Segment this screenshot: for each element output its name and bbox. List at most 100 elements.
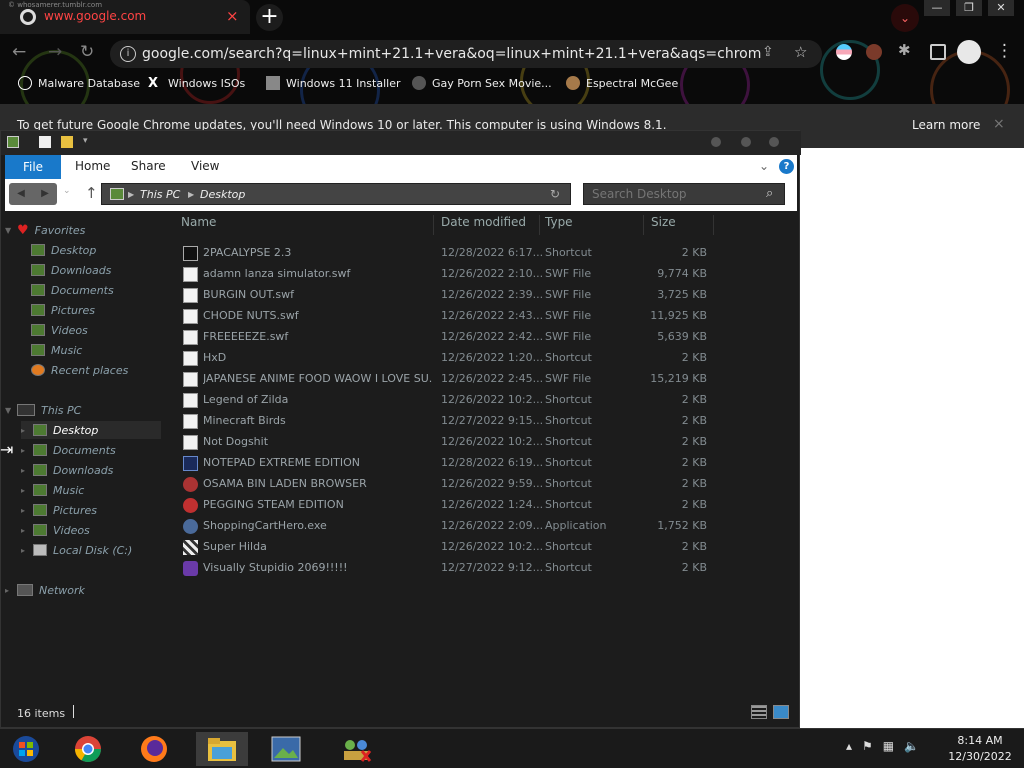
table-row[interactable]: adamn lanza simulator.swf 12/26/2022 2:10… [173, 264, 733, 285]
explorer-close-button[interactable] [769, 137, 779, 147]
taskbar-photos[interactable] [260, 732, 312, 766]
table-row[interactable]: NOTEPAD EXTREME EDITION 12/28/2022 6:19..… [173, 453, 733, 474]
nav-fav-downloads[interactable]: Downloads [31, 261, 111, 279]
explorer-address-bar[interactable]: ▶ This PC ▶ Desktop ↻ [101, 183, 571, 205]
action-center-flag-icon[interactable]: ⚑ [862, 739, 873, 753]
expand-icon[interactable]: ▸ [21, 526, 33, 535]
table-row[interactable]: Visually Stupidio 2069!!!!! 12/27/2022 9:… [173, 558, 733, 579]
bookmark-star-icon[interactable]: ☆ [794, 43, 807, 61]
nav-pc-local-disk[interactable]: ▸ Local Disk (C:) [21, 541, 132, 559]
reload-icon[interactable]: ↻ [80, 42, 94, 62]
column-header-date[interactable]: Date modified [441, 215, 526, 229]
table-row[interactable]: HxD 12/26/2022 1:20... Shortcut 2 KB [173, 348, 733, 369]
side-panel-icon[interactable] [930, 44, 946, 60]
start-button[interactable] [0, 732, 52, 766]
learn-more-link[interactable]: Learn more [912, 118, 980, 132]
expand-icon[interactable]: ▸ [21, 426, 33, 435]
browser-tab[interactable]: © whosamerer.tumblr.com www.google.com × [0, 0, 250, 34]
table-row[interactable]: JAPANESE ANIME FOOD WAOW I LOVE SU... 12/… [173, 369, 733, 390]
bookmark-malware-database[interactable]: Malware Database [18, 76, 140, 90]
table-row[interactable]: CHODE NUTS.swf 12/26/2022 2:43... SWF File… [173, 306, 733, 327]
tab-search-chevron-icon[interactable]: ⌄ [891, 4, 919, 32]
explorer-back-icon[interactable]: ◀ [9, 183, 33, 205]
large-icons-view-button[interactable] [773, 705, 789, 719]
column-header-name[interactable]: Name [181, 215, 216, 229]
tab-close-icon[interactable]: × [226, 7, 239, 25]
table-row[interactable]: Minecraft Birds 12/27/2022 9:15... Shortcu… [173, 411, 733, 432]
table-row[interactable]: PEGGING STEAM EDITION 12/26/2022 1:24... S… [173, 495, 733, 516]
tab-file[interactable]: File [5, 155, 61, 179]
explorer-minimize-button[interactable] [711, 137, 721, 147]
table-row[interactable]: Super Hilda 12/26/2022 10:2... Shortcut 2 K… [173, 537, 733, 558]
nav-pc-music[interactable]: ▸ Music [21, 481, 84, 499]
expand-ribbon-icon[interactable]: ⌄ [759, 159, 769, 173]
table-row[interactable]: BURGIN OUT.swf 12/26/2022 2:39... SWF File… [173, 285, 733, 306]
extensions-puzzle-icon[interactable]: ✱ [898, 41, 914, 59]
table-row[interactable]: OSAMA BIN LADEN BROWSER 12/26/2022 9:59..… [173, 474, 733, 495]
nav-favorites[interactable]: ▼ ♥ Favorites [5, 221, 85, 239]
details-view-button[interactable] [751, 705, 767, 719]
taskbar-chrome[interactable] [62, 732, 114, 766]
network-status-icon[interactable]: ▦ [883, 739, 894, 753]
expand-icon[interactable]: ▸ [5, 586, 17, 595]
collapse-icon[interactable]: ▼ [5, 406, 17, 415]
bookmark-gay-porn-sex-movie[interactable]: Gay Porn Sex Movie... [412, 76, 552, 90]
explorer-forward-icon[interactable]: ▶ [33, 183, 57, 205]
nav-pc-downloads[interactable]: ▸ Downloads [21, 461, 113, 479]
bookmark-windows-11-installer[interactable]: Windows 11 Installer [266, 76, 401, 90]
close-window-button[interactable]: ✕ [988, 0, 1014, 16]
nav-fav-recent-places[interactable]: Recent places [31, 361, 128, 379]
chrome-menu-icon[interactable]: ⋮ [996, 41, 1013, 61]
infobar-close-icon[interactable]: × [993, 116, 1005, 132]
search-field[interactable]: ⌕ [583, 183, 785, 205]
chevron-down-icon[interactable]: ▾ [83, 136, 95, 148]
expand-icon[interactable]: ▸ [21, 506, 33, 515]
nav-pc-desktop[interactable]: ▸ Desktop [21, 421, 161, 439]
nav-pc-pictures[interactable]: ▸ Pictures [21, 501, 97, 519]
nav-fav-pictures[interactable]: Pictures [31, 301, 95, 319]
column-header-type[interactable]: Type [545, 215, 573, 229]
breadcrumb-desktop[interactable]: Desktop [200, 188, 245, 201]
system-clock[interactable]: 8:14 AM 12/30/2022 [944, 733, 1016, 765]
table-row[interactable]: Legend of Zilda 12/26/2022 10:2... Shortcu… [173, 390, 733, 411]
properties-icon[interactable] [39, 136, 51, 148]
minimize-button[interactable]: — [924, 0, 950, 16]
search-input[interactable] [584, 184, 760, 204]
bookmark-windows-isos[interactable]: X Windows ISOs [148, 76, 245, 91]
tab-view[interactable]: View [191, 159, 219, 173]
help-icon[interactable]: ? [779, 159, 794, 174]
taskbar-file-explorer[interactable] [196, 732, 248, 766]
breadcrumb-this-pc[interactable]: This PC [140, 188, 180, 201]
table-row[interactable]: Not Dogshit 12/26/2022 10:2... Shortcut 2 K… [173, 432, 733, 453]
share-icon[interactable]: ⇪ [762, 44, 774, 60]
extension-flag-icon[interactable] [836, 44, 852, 60]
taskbar-network-app[interactable] [330, 732, 382, 766]
nav-fav-music[interactable]: Music [31, 341, 82, 359]
forward-icon[interactable]: → [48, 42, 62, 62]
nav-fav-documents[interactable]: Documents [31, 281, 114, 299]
table-row[interactable]: FREEEEEZE.swf 12/26/2022 2:42... SWF File 5… [173, 327, 733, 348]
expand-icon[interactable]: ▸ [21, 486, 33, 495]
show-hidden-icons-icon[interactable]: ▴ [846, 739, 852, 753]
taskbar-firefox[interactable] [128, 732, 180, 766]
search-icon[interactable]: ⌕ [766, 186, 773, 201]
table-row[interactable]: 2PACALYPSE 2.3 12/28/2022 6:17... Shortcut… [173, 243, 733, 264]
column-header-size[interactable]: Size [651, 215, 676, 229]
extension-avatar-icon[interactable] [866, 44, 882, 60]
explorer-maximize-button[interactable] [741, 137, 751, 147]
maximize-button[interactable]: ❐ [956, 0, 982, 16]
address-bar[interactable]: i google.com/search?q=linux+mint+21.1+ve… [110, 40, 822, 68]
expand-icon[interactable]: ▸ [21, 546, 33, 555]
profile-avatar[interactable] [957, 40, 981, 64]
table-row[interactable]: ShoppingCartHero.exe 12/26/2022 2:09... Ap… [173, 516, 733, 537]
nav-fav-desktop[interactable]: Desktop [31, 241, 96, 259]
expand-icon[interactable]: ▸ [21, 446, 33, 455]
nav-pc-documents[interactable]: ▸ Documents [21, 441, 116, 459]
volume-icon[interactable]: 🔈 [904, 739, 919, 753]
refresh-icon[interactable]: ↻ [550, 187, 560, 201]
back-icon[interactable]: ← [12, 42, 26, 62]
explorer-title-bar[interactable]: ▾ [1, 131, 801, 155]
tab-home[interactable]: Home [75, 159, 110, 173]
new-tab-button[interactable]: + [256, 4, 283, 31]
nav-this-pc[interactable]: ▼ This PC [5, 401, 81, 419]
